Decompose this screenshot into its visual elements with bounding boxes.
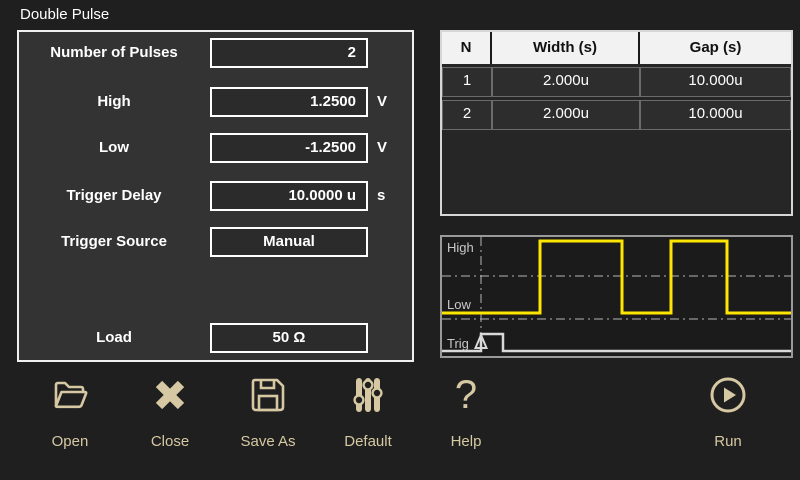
- high-field[interactable]: 1.2500: [210, 87, 368, 117]
- low-field[interactable]: -1.2500: [210, 133, 368, 163]
- row-1-width-cell[interactable]: 2.000u: [492, 67, 640, 97]
- page-title: Double Pulse: [20, 6, 109, 23]
- form-row-load: Load 50 Ω: [19, 323, 412, 353]
- pulse-table: N Width (s) Gap (s) 1 2.000u 10.000u 2 2…: [440, 30, 793, 216]
- close-x-icon: [130, 375, 210, 415]
- low-level-label: Low: [447, 297, 471, 312]
- row-1-index: 1: [442, 67, 492, 97]
- open-button[interactable]: Open: [30, 375, 110, 455]
- waveform-svg: High Low Trig: [442, 237, 791, 356]
- trigger-delay-field[interactable]: 10.0000 u: [210, 181, 368, 211]
- default-button[interactable]: Default: [328, 375, 408, 455]
- default-button-label: Default: [328, 433, 408, 450]
- run-button-label: Run: [688, 433, 768, 450]
- trigger-trace: [442, 334, 791, 351]
- row-2-index: 2: [442, 100, 492, 130]
- pulse-settings-panel: Number of Pulses 2 High 1.2500 V Low -1.…: [17, 30, 414, 362]
- column-header-n: N: [442, 32, 492, 64]
- play-circle-icon: [688, 375, 768, 415]
- table-row: 2 2.000u 10.000u: [442, 100, 791, 130]
- form-row-trigger-delay: Trigger Delay 10.0000 u s: [19, 181, 412, 211]
- save-as-button-label: Save As: [228, 433, 308, 450]
- sliders-icon: [328, 375, 408, 415]
- save-as-button[interactable]: Save As: [228, 375, 308, 455]
- run-button[interactable]: Run: [688, 375, 768, 455]
- row-2-gap-cell[interactable]: 10.000u: [640, 100, 791, 130]
- form-row-low: Low -1.2500 V: [19, 133, 412, 163]
- load-field[interactable]: 50 Ω: [210, 323, 368, 353]
- high-level-label: High: [447, 240, 474, 255]
- close-button-label: Close: [130, 433, 210, 450]
- trigger-source-field[interactable]: Manual: [210, 227, 368, 257]
- help-button[interactable]: ? Help: [426, 375, 506, 455]
- column-header-gap: Gap (s): [640, 32, 791, 64]
- close-button[interactable]: Close: [130, 375, 210, 455]
- number-of-pulses-label: Number of Pulses: [19, 38, 209, 68]
- row-2-width-cell[interactable]: 2.000u: [492, 100, 640, 130]
- pulse-table-header: N Width (s) Gap (s): [442, 32, 791, 64]
- trigger-source-label: Trigger Source: [19, 227, 209, 257]
- form-row-trigger-source: Trigger Source Manual: [19, 227, 412, 257]
- low-unit: V: [377, 133, 387, 163]
- table-row: 1 2.000u 10.000u: [442, 67, 791, 97]
- column-header-width: Width (s): [492, 32, 640, 64]
- load-label: Load: [19, 323, 209, 353]
- question-mark-icon: ?: [426, 375, 506, 415]
- trigger-delay-label: Trigger Delay: [19, 181, 209, 211]
- high-label: High: [19, 87, 209, 117]
- open-folder-icon: [30, 375, 110, 415]
- number-of-pulses-field[interactable]: 2: [210, 38, 368, 68]
- help-button-label: Help: [426, 433, 506, 450]
- trig-level-label: Trig: [447, 336, 469, 351]
- trigger-delay-unit: s: [377, 181, 385, 211]
- form-row-number-of-pulses: Number of Pulses 2: [19, 38, 412, 68]
- high-unit: V: [377, 87, 387, 117]
- row-1-gap-cell[interactable]: 10.000u: [640, 67, 791, 97]
- pulse-trace: [442, 241, 791, 313]
- open-button-label: Open: [30, 433, 110, 450]
- waveform-preview: High Low Trig: [440, 235, 793, 358]
- form-row-high: High 1.2500 V: [19, 87, 412, 117]
- low-label: Low: [19, 133, 209, 163]
- save-floppy-icon: [228, 375, 308, 415]
